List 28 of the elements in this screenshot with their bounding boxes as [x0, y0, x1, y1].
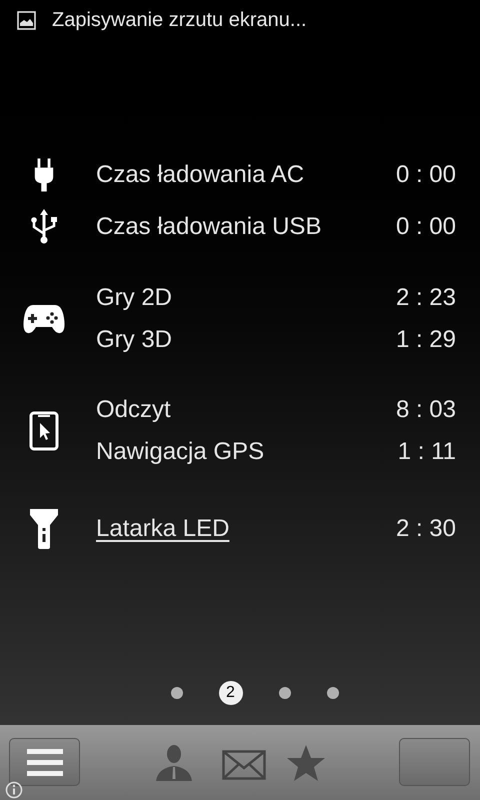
row-label: Odczyt — [96, 395, 171, 425]
row-label: Nawigacja GPS — [96, 437, 264, 467]
time-value: 8 : 03 — [396, 395, 456, 425]
person-icon[interactable] — [155, 744, 193, 782]
tablet-pointer-icon — [28, 411, 58, 451]
flashlight-icon — [30, 509, 58, 549]
time-value: 2 : 30 — [396, 514, 456, 544]
link[interactable]: Latarka LED — [96, 511, 230, 547]
time-value: 2 : 23 — [396, 283, 456, 313]
time-value: 0 : 00 — [396, 212, 456, 242]
page-indicator-current[interactable]: 2 — [218, 681, 242, 705]
image-icon — [17, 10, 36, 30]
time-value: 1 : 29 — [396, 325, 456, 355]
usb-icon — [30, 209, 56, 245]
time-value: 0 : 00 — [396, 160, 456, 190]
menu-button[interactable] — [9, 738, 80, 786]
row-label: Gry 2D — [96, 283, 172, 313]
envelope-icon[interactable] — [222, 750, 266, 780]
gamepad-icon — [22, 304, 64, 334]
star-icon[interactable] — [286, 744, 326, 782]
info-icon[interactable] — [5, 781, 23, 799]
row-label: Czas ładowania USB — [96, 212, 322, 242]
plug-icon — [32, 157, 54, 193]
time-value: 1 : 11 — [398, 437, 456, 467]
notification-text: Zapisywanie zrzutu ekranu... — [52, 8, 307, 33]
row-label: Gry 3D — [96, 325, 172, 355]
menu-icon — [26, 748, 62, 776]
row-label: Czas ładowania AC — [96, 160, 304, 190]
